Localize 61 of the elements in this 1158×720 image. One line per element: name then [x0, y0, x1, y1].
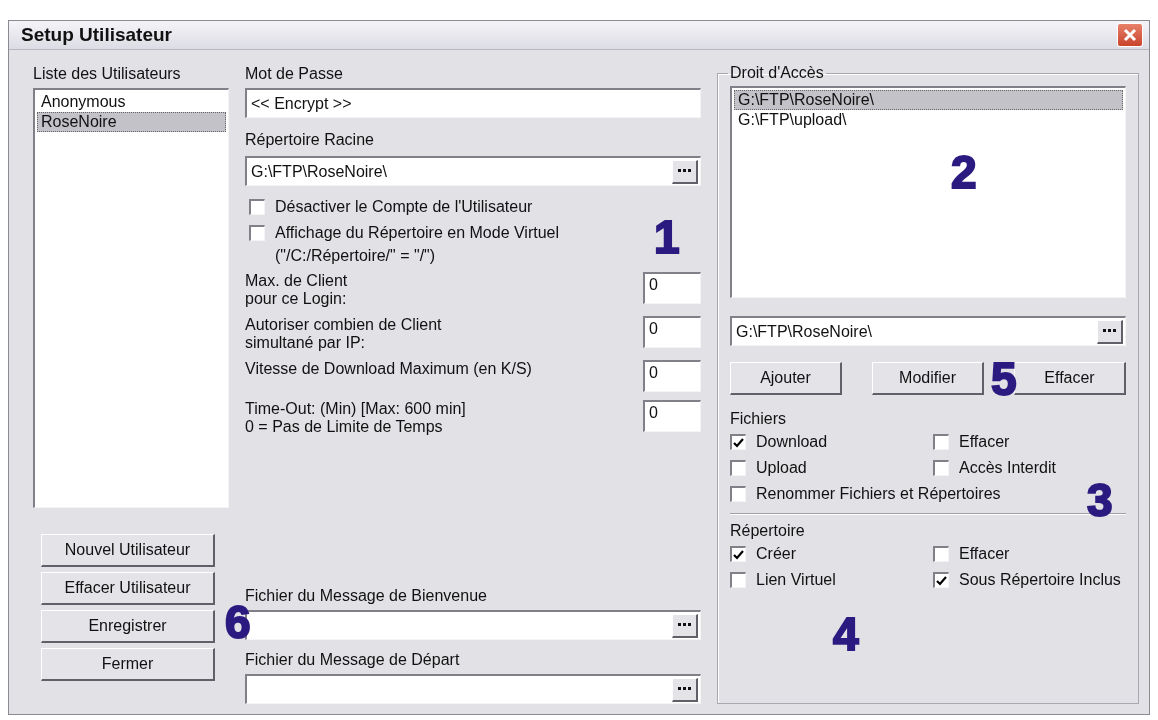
limit-label: Max. de Client pour ce Login: [245, 272, 349, 308]
annotation-number: 4 [833, 611, 859, 657]
limit-label: Autoriser combien de Client simultané par IP: [245, 316, 443, 352]
annotation-number: 1 [654, 214, 680, 260]
action-button[interactable]: Effacer Utilisateur [41, 572, 215, 605]
annotation-number: 3 [1087, 477, 1113, 523]
note-text: ("/C:/Répertoire/" = "/") [274, 246, 437, 266]
number-field[interactable]: 0 [643, 360, 701, 392]
checkbox-option[interactable]: Upload [730, 455, 807, 481]
annotation-number: 5 [991, 356, 1017, 402]
ellipsis-icon [677, 623, 692, 627]
checkbox-option[interactable]: Créer [730, 541, 796, 567]
section-label: Répertoire [730, 521, 806, 541]
path-field[interactable]: G:\FTP\RoseNoire\ [245, 156, 701, 186]
action-button[interactable]: Fermer [41, 648, 215, 681]
window-title: Setup Utilisateur [21, 24, 172, 46]
field-label: Fichier du Message de Bienvenue [245, 586, 488, 606]
check-icon [733, 437, 744, 448]
checkbox-option[interactable]: Effacer [933, 541, 1010, 567]
check-icon [733, 549, 744, 560]
ellipsis-icon [1102, 329, 1117, 333]
browse-button[interactable] [1097, 319, 1123, 344]
action-button[interactable]: Nouvel Utilisateur [41, 534, 215, 567]
checkbox-option[interactable]: Effacer [933, 429, 1010, 455]
limit-label: Time-Out: (Min) [Max: 600 min] 0 = Pas de Limite de Temps [245, 400, 467, 436]
close-button[interactable] [1117, 23, 1143, 47]
checkbox-option[interactable]: Download [730, 429, 828, 455]
number-field[interactable]: 0 [643, 272, 701, 304]
browse-button[interactable] [672, 613, 698, 638]
checkbox-option[interactable]: Lien Virtuel [730, 567, 836, 593]
checkbox-option[interactable]: Renommer Fichiers et Répertoires [730, 481, 1001, 507]
group-title: Droit d'Accès [729, 64, 825, 82]
path-item[interactable]: G:\FTP\upload\ [734, 110, 1123, 130]
browse-button[interactable] [672, 677, 698, 702]
ellipsis-icon [677, 687, 692, 691]
annotation-number: 2 [951, 149, 977, 195]
checkbox-option[interactable]: Désactiver le Compte de l'Utilisateur [249, 194, 533, 220]
action-button[interactable]: Ajouter [730, 362, 842, 395]
checkbox-option[interactable]: Sous Répertoire Inclus [933, 567, 1121, 593]
path-field[interactable]: G:\FTP\RoseNoire\ [730, 316, 1126, 346]
field-label: Mot de Passe [245, 64, 344, 84]
path-item[interactable]: G:\FTP\RoseNoire\ [734, 90, 1123, 110]
user-item[interactable]: Anonymous [37, 92, 226, 112]
password-field[interactable]: << Encrypt >> [245, 88, 701, 118]
field-label: Répertoire Racine [245, 130, 375, 150]
number-field[interactable]: 0 [643, 400, 701, 432]
action-button[interactable]: Enregistrer [41, 610, 215, 643]
number-field[interactable]: 0 [643, 316, 701, 348]
checkbox-option[interactable]: Affichage du Répertoire en Mode Virtuel [249, 220, 560, 246]
limit-label: Vitesse de Download Maximum (en K/S) [245, 360, 533, 378]
list-label: Liste des Utilisateurs [33, 64, 182, 84]
check-icon [936, 575, 947, 586]
file-field[interactable] [245, 674, 701, 704]
close-icon [1123, 28, 1137, 42]
checkbox-option[interactable]: Accès Interdit [933, 455, 1056, 481]
user-item[interactable]: RoseNoire [37, 112, 226, 132]
action-button[interactable]: Modifier [872, 362, 984, 395]
ellipsis-icon [677, 169, 692, 173]
browse-button[interactable] [672, 159, 698, 184]
section-label: Fichiers [730, 409, 787, 429]
field-label: Fichier du Message de Départ [245, 650, 461, 670]
